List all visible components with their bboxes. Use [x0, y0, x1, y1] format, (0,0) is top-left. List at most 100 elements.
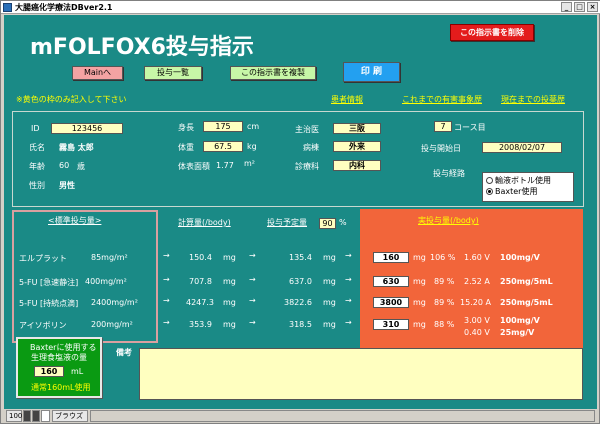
sex-value: 男性	[59, 181, 75, 190]
bsa-unit: m²	[244, 159, 255, 168]
unit-mg: mg	[223, 277, 236, 286]
age-label: 年齢	[29, 162, 45, 171]
vol-2: 2.52 A	[464, 277, 490, 286]
height-unit: cm	[247, 122, 260, 131]
main-form: mFOLFOX6投与指示 この指示書を削除 Mainへ 投与一覧 この指示書を複…	[4, 15, 597, 409]
weight-unit: kg	[247, 142, 257, 151]
unit-mg: mg	[223, 298, 236, 307]
arrow-icon: →	[249, 296, 256, 305]
ward-field[interactable]: 外来	[333, 141, 381, 152]
route-option-bottle[interactable]: 輸液ボトル使用	[486, 175, 570, 186]
calc-3: 4247.3	[186, 298, 214, 307]
doctor-field[interactable]: 三阪	[333, 123, 381, 134]
unit-mg: mg	[223, 320, 236, 329]
weight-label: 体重	[178, 143, 194, 152]
window-title: 大腸癌化学療法DBver2.1	[15, 3, 113, 12]
arrow-icon: →	[345, 318, 352, 327]
arrow-icon: →	[345, 296, 352, 305]
arrow-icon: →	[345, 275, 352, 284]
note-4b: 25mg/V	[500, 328, 535, 337]
dose-list-button[interactable]: 投与一覧	[144, 66, 202, 80]
bsa-label: 体表面積	[178, 162, 210, 171]
arrow-icon: →	[163, 318, 170, 327]
weight-field[interactable]: 67.5	[203, 141, 243, 152]
plan-1: 135.4	[289, 253, 312, 262]
arrow-icon: →	[249, 275, 256, 284]
remarks-field[interactable]	[139, 348, 583, 400]
plan-header: 投与予定量	[267, 218, 307, 227]
start-date-field[interactable]: 2008/02/07	[482, 142, 562, 153]
vol-4b: 0.40 V	[464, 328, 490, 337]
main-button[interactable]: Mainへ	[72, 66, 123, 80]
plan-percent-field[interactable]: 90	[319, 218, 336, 229]
drug-name-3: 5-FU [持続点滴]	[19, 299, 79, 308]
mode-selector[interactable]: ブラウズ	[52, 410, 88, 422]
actual-4-field[interactable]: 310	[373, 319, 409, 330]
remarks-label: 備考	[116, 348, 132, 357]
status-toggle-icon[interactable]	[41, 410, 50, 422]
actual-3-field[interactable]: 3800	[373, 297, 409, 308]
zoom-out-icon[interactable]	[23, 410, 31, 422]
arrow-icon: →	[249, 318, 256, 327]
radio-baxter-icon[interactable]	[486, 188, 493, 195]
print-button[interactable]: 印 刷	[343, 62, 400, 82]
sex-label: 性別	[29, 181, 45, 190]
id-label: ID	[31, 124, 40, 133]
arrow-icon: →	[163, 275, 170, 284]
instruction-note: ※黄色の枠のみ記入して下さい	[16, 95, 127, 104]
unit-mg: mg	[413, 320, 426, 329]
actual-1-field[interactable]: 160	[373, 252, 409, 263]
height-field[interactable]: 175	[203, 121, 243, 132]
copy-order-button[interactable]: この指示書を複製	[230, 66, 316, 80]
minimize-button[interactable]: _	[561, 2, 572, 12]
horizontal-scrollbar[interactable]	[90, 410, 595, 422]
unit-mg: mg	[323, 298, 336, 307]
note-1: 100mg/V	[500, 253, 540, 262]
medication-history-link[interactable]: 現在までの投薬歴	[501, 94, 565, 105]
title-bar: 大腸癌化学療法DBver2.1 _ □ ×	[1, 1, 600, 14]
course-label: コース目	[454, 123, 486, 132]
zoom-level[interactable]: 100	[6, 410, 22, 422]
delete-order-button[interactable]: この指示書を削除	[450, 24, 534, 41]
age-value: 60	[59, 161, 70, 170]
calc-1: 150.4	[189, 253, 212, 262]
baxter-line2: 生理食塩液の量	[31, 353, 87, 362]
drug-name-1: エルプラット	[19, 254, 67, 263]
unit-mg: mg	[413, 253, 426, 262]
course-field[interactable]: 7	[434, 121, 452, 132]
note-4: 100mg/V	[500, 316, 540, 325]
percent-sign: %	[339, 218, 347, 227]
radio-bottle-icon[interactable]	[486, 177, 493, 184]
plan-2: 637.0	[289, 277, 312, 286]
note-3: 250mg/5mL	[500, 298, 553, 307]
id-field[interactable]: 123456	[51, 123, 123, 134]
adverse-events-link[interactable]: これまでの有害事象歴	[402, 94, 482, 105]
drug-name-4: アイソボリン	[19, 321, 67, 330]
baxter-volume-field[interactable]: 160	[34, 366, 64, 377]
route-option-baxter[interactable]: Baxter使用	[486, 186, 570, 197]
vol-3: 15.20 A	[460, 298, 491, 307]
unit-mg: mg	[223, 253, 236, 262]
bsa-value: 1.77	[216, 161, 234, 170]
page-title: mFOLFOX6投与指示	[30, 35, 254, 60]
dept-field[interactable]: 内科	[333, 160, 381, 171]
arrow-icon: →	[345, 251, 352, 260]
maximize-button[interactable]: □	[574, 2, 585, 12]
age-unit: 歳	[77, 162, 85, 171]
std-dose-2: 400mg/m²	[85, 277, 127, 286]
start-date-label: 投与開始日	[421, 144, 461, 153]
arrow-icon: →	[249, 251, 256, 260]
unit-mg: mg	[323, 277, 336, 286]
actual-dose-header: 実投与量(/body)	[418, 216, 479, 225]
actual-2-field[interactable]: 630	[373, 276, 409, 287]
name-label: 氏名	[29, 143, 45, 152]
pct-2: 89 %	[434, 277, 455, 286]
close-button[interactable]: ×	[587, 2, 598, 12]
patient-info-link[interactable]: 患者情報	[331, 94, 363, 105]
app-window: 大腸癌化学療法DBver2.1 _ □ × mFOLFOX6投与指示 この指示書…	[0, 0, 600, 424]
unit-mg: mg	[413, 277, 426, 286]
zoom-in-icon[interactable]	[32, 410, 40, 422]
status-bar: 100 ブラウズ	[4, 409, 597, 423]
calc-2: 707.8	[189, 277, 212, 286]
pct-4: 88 %	[434, 320, 455, 329]
